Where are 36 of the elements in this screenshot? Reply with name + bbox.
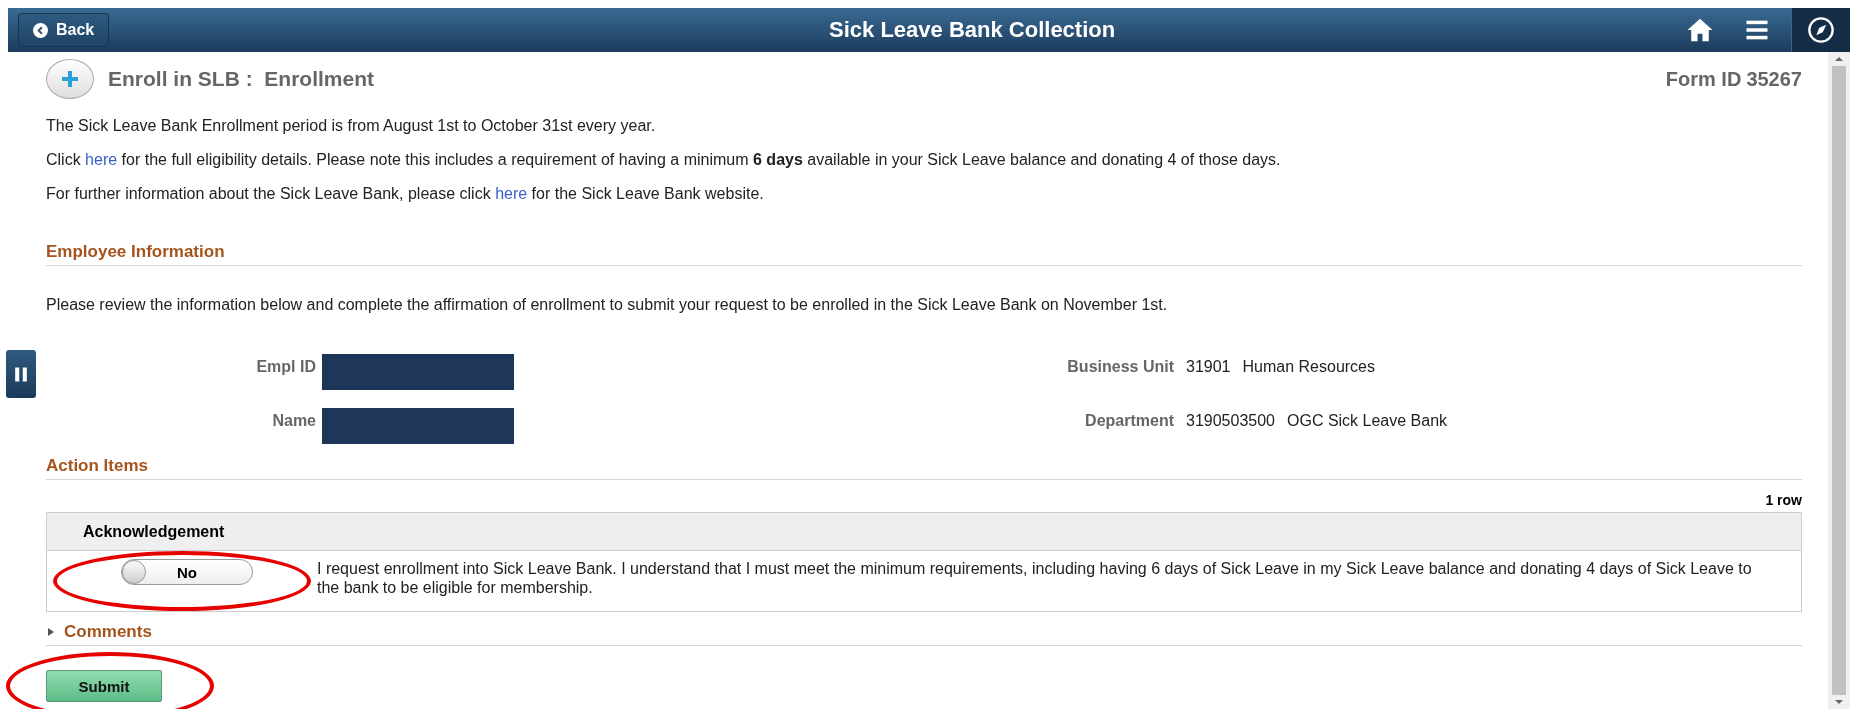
- toggle-switch[interactable]: No: [121, 559, 253, 585]
- scroll-up-icon[interactable]: [1834, 54, 1844, 64]
- scroll-down-icon[interactable]: [1834, 697, 1844, 707]
- back-button[interactable]: Back: [18, 13, 110, 47]
- section-heading: Action Items: [46, 456, 1802, 480]
- row-count: 1 row: [1765, 492, 1802, 508]
- table-cell-text: I request enrollment into Sick Leave Bank. I understand that I must meet the minimum requirements, including having 6 days of Sick Leave in my Sick Leave balance and donating 4 days of Sick Leave to the bank to be eligible for membership.: [317, 559, 1753, 597]
- field-label: Business Unit: [1066, 357, 1174, 376]
- link[interactable]: here: [495, 185, 528, 202]
- form-id-value: 35267: [1746, 67, 1802, 91]
- triangle-icon: [46, 627, 56, 637]
- instructions-text: Please review the information below and complete the affirmation of enrollment to submit your request to be enrolled in the Sick Leave Bank on November 1st.: [46, 296, 1169, 314]
- form-title: Enroll in SLB : Enrollment: [108, 67, 374, 91]
- field-value: OGC Sick Leave Bank: [1287, 411, 1448, 430]
- comments-toggle[interactable]: Comments: [46, 616, 1802, 646]
- info-text: For further information about the Sick Leave Bank, please click here for the Sick Leave Bank website.: [46, 184, 765, 204]
- link[interactable]: here: [85, 151, 118, 168]
- field-value: 31901: [1186, 357, 1231, 376]
- add-icon: [46, 59, 94, 99]
- submit-button[interactable]: Submit: [46, 670, 162, 702]
- form-id-label: Form ID: [1665, 67, 1742, 91]
- field-value: 3190503500: [1186, 411, 1275, 430]
- section-heading: Employee Information: [46, 242, 1802, 266]
- chevron-icon: [33, 22, 48, 38]
- field-value: Human Resources: [1242, 357, 1375, 376]
- page-title: Sick Leave Bank Collection: [828, 17, 1117, 43]
- scrollbar[interactable]: [1828, 52, 1850, 709]
- info-text: The Sick Leave Bank Enrollment period is from August 1st to October 31st every year.: [46, 116, 657, 136]
- pause-icon: [14, 365, 28, 383]
- side-panel-tab[interactable]: [6, 350, 36, 398]
- compass-icon[interactable]: [1807, 16, 1835, 44]
- info-text: Click here for the full eligibility details. Please note this includes a requirement of having a minimum 6 days available in your Sick Leave balance and donating 4 of those days.: [46, 150, 1282, 170]
- field-label: Empl ID: [255, 357, 316, 376]
- field-label: Name: [271, 411, 316, 430]
- column-header: Acknowledgement: [47, 513, 1801, 551]
- field-label: Department: [1084, 411, 1174, 430]
